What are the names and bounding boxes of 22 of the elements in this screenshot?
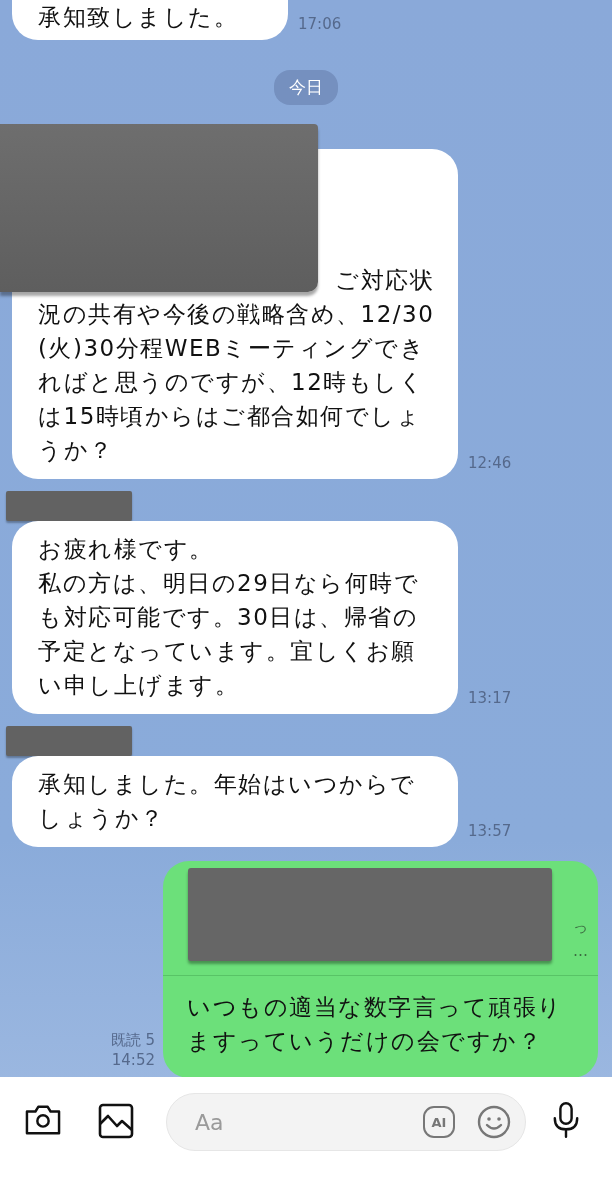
message-text: 承知致しました。 — [38, 3, 238, 32]
ai-button[interactable]: AI — [423, 1106, 455, 1138]
message-time: 13:17 — [468, 688, 512, 708]
message-text: ご対応状 — [334, 266, 435, 295]
read-receipt: 既読 5 — [110, 1030, 155, 1050]
message-text: 私の方は、明日の29日なら何時でも対応可能です。30日は、帰省の予定となっています。宜しくお願い申し上げます。 — [38, 569, 421, 700]
image-icon[interactable] — [98, 1103, 134, 1139]
microphone-icon[interactable] — [552, 1101, 580, 1139]
message-time: 12:46 — [468, 453, 512, 473]
quoted-text: っ — [573, 917, 588, 938]
date-label: 今日 — [274, 70, 338, 105]
camera-icon[interactable] — [24, 1103, 62, 1137]
quoted-text: … — [573, 941, 588, 962]
message-text: いつもの適当な数字言って頑張りますっていうだけの会ですか？ — [186, 993, 564, 1056]
message-text: 況の共有や今後の戦略含め、12/30(火)30分程WEBミーティングできればと思うのですが、12時もしくは15時頃からはご都合如何でしょうか？ — [38, 300, 436, 465]
message-input[interactable]: Aa AI — [166, 1093, 526, 1151]
message-text: お疲れ様です。 — [38, 535, 215, 564]
emoji-icon[interactable] — [477, 1105, 511, 1139]
message-time: 17:06 — [298, 14, 342, 34]
message-time: 13:57 — [468, 821, 512, 841]
message-text: 承知しました。年始はいつからでしょうか？ — [38, 770, 417, 833]
message-time: 14:52 — [111, 1050, 155, 1070]
